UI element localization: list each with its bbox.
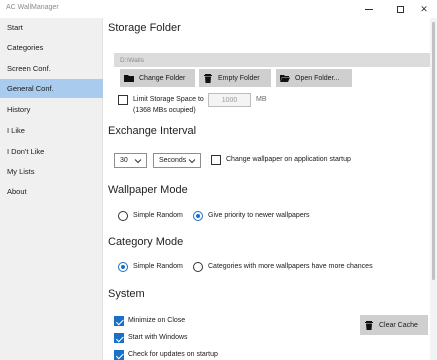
storage-folder-heading: Storage Folder — [108, 22, 181, 34]
sidebar-item-label: I Don't Like — [7, 147, 45, 156]
category-mode-more-wallpapers-radio[interactable] — [193, 262, 203, 272]
wallpaper-mode-simple-random-label: Simple Random — [133, 212, 183, 219]
minimize-on-close-checkbox[interactable] — [114, 316, 124, 326]
chevron-down-icon — [188, 159, 196, 164]
minimize-on-close-label: Minimize on Close — [128, 317, 186, 324]
interval-unit: Seconds — [159, 157, 187, 164]
clear-cache-label: Clear Cache — [379, 321, 418, 329]
limit-storage-value: 1000 — [221, 96, 238, 104]
sidebar-item-categories[interactable]: Categories — [0, 38, 103, 57]
occupied-note: (1368 MBs ocupied) — [133, 107, 196, 114]
change-on-startup-checkbox[interactable] — [211, 155, 221, 165]
scrollbar-thumb[interactable] — [432, 22, 435, 280]
system-heading: System — [108, 288, 145, 300]
sidebar-item-label: Screen Conf. — [7, 64, 51, 73]
change-on-startup-label: Change wallpaper on application startup — [226, 156, 351, 163]
start-with-windows-label: Start with Windows — [128, 334, 188, 341]
category-mode-heading: Category Mode — [108, 236, 184, 248]
sidebar-item-label: Start — [7, 23, 23, 32]
category-mode-simple-random-label: Simple Random — [133, 263, 183, 270]
window-title: AC WallManager — [6, 4, 59, 11]
limit-storage-unit: MB — [256, 96, 267, 103]
trash-icon — [365, 321, 373, 330]
storage-path-field[interactable]: D:\Walls — [114, 53, 430, 67]
sidebar-item-label: History — [7, 105, 31, 114]
close-button[interactable]: ✕ — [410, 0, 437, 18]
sidebar-item-general-conf[interactable]: General Conf. — [0, 79, 103, 98]
folder-icon — [124, 75, 134, 82]
interval-value-select[interactable]: 30 — [114, 153, 147, 168]
wallpaper-mode-simple-random-radio[interactable] — [118, 211, 128, 221]
title-bar: AC WallManager ✕ — [0, 0, 437, 18]
sidebar-item-label: General Conf. — [7, 84, 54, 93]
sidebar-item-screen-conf[interactable]: Screen Conf. — [0, 59, 103, 78]
limit-storage-input[interactable]: 1000 — [208, 93, 251, 107]
sidebar-item-i-dont-like[interactable]: I Don't Like — [0, 142, 103, 161]
wallpaper-mode-priority-newer-radio[interactable] — [193, 211, 203, 221]
minimize-button[interactable] — [355, 0, 383, 18]
exchange-interval-heading: Exchange Interval — [108, 125, 197, 137]
sidebar-item-label: I Like — [7, 126, 25, 135]
open-folder-button[interactable]: Open Folder... — [276, 69, 352, 87]
sidebar-item-my-lists[interactable]: My Lists — [0, 162, 103, 181]
start-with-windows-checkbox[interactable] — [114, 333, 124, 343]
limit-storage-checkbox[interactable] — [118, 95, 128, 105]
trash-icon — [204, 74, 212, 83]
sidebar-item-label: My Lists — [7, 167, 35, 176]
category-mode-simple-random-radio[interactable] — [118, 262, 128, 272]
empty-folder-label: Empty Folder — [218, 74, 260, 82]
close-icon: ✕ — [420, 3, 428, 14]
vertical-scrollbar[interactable] — [430, 18, 437, 360]
storage-path-value: D:\Walls — [120, 56, 144, 64]
clear-cache-button[interactable]: Clear Cache — [360, 315, 428, 335]
sidebar-item-i-like[interactable]: I Like — [0, 121, 103, 140]
wallpaper-mode-priority-newer-label: Give priority to newer wallpapers — [208, 212, 310, 219]
general-conf-panel: Storage Folder D:\Walls Change Folder Em… — [104, 18, 430, 360]
sidebar-item-about[interactable]: About — [0, 182, 103, 201]
sidebar-item-label: About — [7, 187, 27, 196]
wallpaper-mode-heading: Wallpaper Mode — [108, 184, 188, 196]
empty-folder-button[interactable]: Empty Folder — [199, 69, 271, 87]
sidebar-item-history[interactable]: History — [0, 100, 103, 119]
interval-value: 30 — [120, 157, 128, 164]
category-mode-more-wallpapers-label: Categories with more wallpapers have mor… — [208, 263, 373, 270]
chevron-down-icon — [134, 159, 142, 164]
limit-storage-label: Limit Storage Space to — [133, 96, 204, 103]
interval-unit-select[interactable]: Seconds — [153, 153, 201, 168]
change-folder-button[interactable]: Change Folder — [120, 69, 195, 87]
minimize-icon — [365, 8, 373, 10]
sidebar-item-start[interactable]: Start — [0, 18, 103, 37]
check-updates-label: Check for updates on startup — [128, 351, 218, 358]
open-folder-label: Open Folder... — [295, 74, 340, 82]
open-folder-icon — [280, 75, 290, 82]
maximize-icon — [396, 5, 404, 13]
check-updates-checkbox[interactable] — [114, 350, 124, 360]
change-folder-label: Change Folder — [139, 74, 186, 82]
sidebar: Start Categories Screen Conf. General Co… — [0, 18, 103, 360]
sidebar-item-label: Categories — [7, 43, 44, 52]
